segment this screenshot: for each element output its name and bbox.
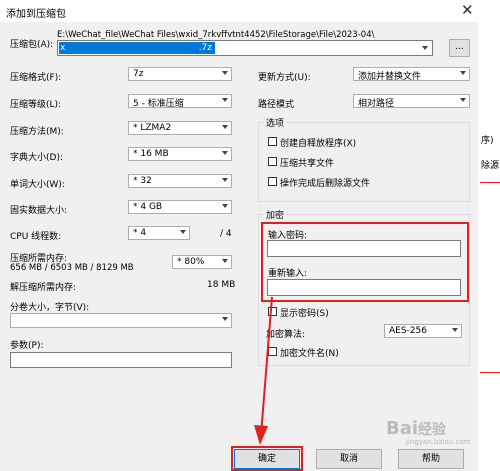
update-label: 更新方式(U): xyxy=(258,73,311,83)
threads-max: / 4 xyxy=(220,229,232,239)
archive-label: 压缩包(A): xyxy=(10,40,54,50)
sfx-checkbox[interactable] xyxy=(268,137,277,146)
format-value: 7z xyxy=(133,69,144,79)
decomp-label: 解压缩所需内存: xyxy=(10,283,77,293)
word-value: * 32 xyxy=(133,176,152,186)
browse-button[interactable]: ... xyxy=(449,39,470,57)
chevron-down-icon xyxy=(222,71,228,75)
update-value: 添加并替换文件 xyxy=(358,72,422,82)
window-title: 添加到压缩包 xyxy=(6,9,66,20)
level-select[interactable]: 5 - 标准压缩 xyxy=(128,94,232,109)
chevron-down-icon xyxy=(222,317,228,321)
threads-label: CPU 线程数: xyxy=(10,232,62,242)
dropdown-arrow-icon[interactable] xyxy=(422,46,428,50)
chevron-down-icon xyxy=(222,98,228,102)
decomp-value: 18 MB xyxy=(207,280,236,290)
chevron-down-icon xyxy=(452,328,458,332)
dict-label: 字典大小(D): xyxy=(10,153,63,163)
chevron-down-icon xyxy=(460,71,466,75)
format-select[interactable]: 7z xyxy=(128,67,232,81)
shared-files-checkbox[interactable] xyxy=(268,157,277,166)
params-label: 参数(P): xyxy=(10,341,44,351)
level-label: 压缩等级(L): xyxy=(10,100,62,110)
close-icon[interactable]: ✕ xyxy=(461,1,474,19)
method-value: * LZMA2 xyxy=(133,123,172,133)
archive-name-field[interactable]: x .7z xyxy=(57,40,433,56)
encryption-method-value: AES-256 xyxy=(389,326,427,336)
help-button[interactable]: 帮助 xyxy=(398,449,464,469)
encryption-method-select[interactable]: AES-256 xyxy=(384,324,462,338)
pathmode-label: 路径模式 xyxy=(258,100,295,110)
archive-path: E:\WeChat_file\WeChat Files\wxid_7rkvffv… xyxy=(57,30,375,40)
encrypt-names-label: 加密文件名(N) xyxy=(280,349,339,359)
word-label: 单词大小(W): xyxy=(10,180,65,190)
background-text: 除源 xyxy=(481,161,500,171)
chevron-down-icon xyxy=(180,230,186,234)
memory-select[interactable]: * 80% xyxy=(172,255,232,269)
cancel-button[interactable]: 取消 xyxy=(316,449,382,469)
background-red-line xyxy=(480,372,500,373)
watermark-text-2: 经验 xyxy=(418,422,447,438)
background-text: 序) xyxy=(481,136,494,146)
params-input[interactable] xyxy=(10,352,232,368)
watermark-url: jingyan.baidu.com xyxy=(406,438,471,446)
delete-after-label: 操作完成后删除源文件 xyxy=(280,179,371,189)
chevron-down-icon xyxy=(222,125,228,129)
threads-select[interactable]: * 4 xyxy=(128,226,190,240)
memory-value: * 80% xyxy=(177,257,205,267)
background-red-line xyxy=(480,182,500,183)
background-window: 序) 除源 xyxy=(478,0,500,471)
pathmode-select[interactable]: 相对路径 xyxy=(353,94,470,109)
chevron-down-icon xyxy=(222,204,228,208)
chevron-down-icon xyxy=(222,151,228,155)
chevron-down-icon xyxy=(222,178,228,182)
chevron-down-icon xyxy=(222,259,228,263)
show-password-label: 显示密码(S) xyxy=(280,309,329,319)
archive-name-selection: x .7z xyxy=(59,42,215,54)
dict-value: * 16 MB xyxy=(133,149,169,159)
sfx-label: 创建自释放程序(X) xyxy=(280,139,357,149)
archive-name-text: x xyxy=(60,43,66,53)
solid-label: 固实数据大小: xyxy=(10,206,68,216)
password-highlight-box xyxy=(261,222,469,302)
options-title: 选项 xyxy=(264,116,287,129)
pathmode-value: 相对路径 xyxy=(358,99,395,109)
dict-select[interactable]: * 16 MB xyxy=(128,147,232,161)
delete-after-checkbox[interactable] xyxy=(268,177,277,186)
archive-extension: .7z xyxy=(198,43,212,53)
threads-value: * 4 xyxy=(133,228,147,238)
watermark-logo: Bai经验 xyxy=(386,418,446,439)
shared-files-label: 压缩共享文件 xyxy=(280,159,335,169)
encryption-title: 加密 xyxy=(264,208,287,221)
memory-detail: 656 MB / 6503 MB / 8129 MB xyxy=(10,263,134,273)
split-select[interactable] xyxy=(10,313,232,328)
chevron-down-icon xyxy=(460,98,466,102)
title-bar: 添加到压缩包 ✕ xyxy=(0,0,478,23)
level-value: 5 - 标准压缩 xyxy=(133,99,184,109)
format-label: 压缩格式(F): xyxy=(10,73,62,83)
ok-button[interactable]: 确定 xyxy=(234,449,300,469)
solid-select[interactable]: * 4 GB xyxy=(128,200,232,214)
watermark-text: Bai xyxy=(386,418,419,439)
method-label: 压缩方法(M): xyxy=(10,127,64,137)
red-arrow-annotation xyxy=(254,296,273,445)
method-select[interactable]: * LZMA2 xyxy=(128,121,232,135)
update-select[interactable]: 添加并替换文件 xyxy=(353,67,470,82)
solid-value: * 4 GB xyxy=(133,202,163,212)
split-label: 分卷大小，字节(V): xyxy=(10,303,90,313)
word-select[interactable]: * 32 xyxy=(128,174,232,188)
